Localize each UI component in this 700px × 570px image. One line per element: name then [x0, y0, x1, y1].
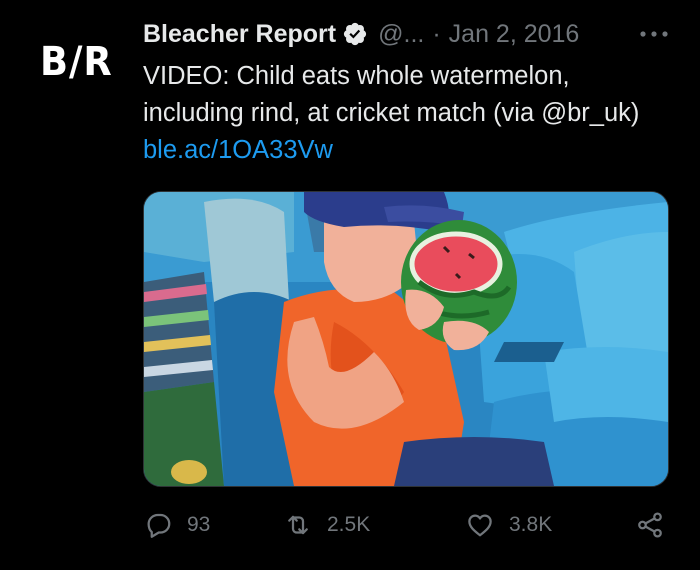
share-button[interactable] — [635, 505, 665, 545]
reply-button[interactable]: 93 — [143, 505, 210, 545]
media-thumbnail[interactable] — [143, 191, 669, 487]
retweet-count: 2.5K — [327, 513, 371, 536]
tweet-text: VIDEO: Child eats whole watermelon, incl… — [143, 58, 673, 169]
more-options-button[interactable] — [636, 22, 672, 46]
heart-icon — [468, 514, 492, 537]
tweet-link[interactable]: ble.ac/1OA33Vw — [143, 136, 333, 164]
separator-dot: · — [432, 19, 441, 48]
tweet-date[interactable]: Jan 2, 2016 — [449, 20, 580, 49]
more-dots-icon — [640, 31, 668, 37]
photo-thumbnail-icon — [144, 192, 668, 486]
display-name[interactable]: Bleacher Report — [143, 20, 336, 49]
tweet-header: Bleacher Report @... · Jan 2, 2016 — [143, 16, 579, 52]
handle[interactable]: @... — [378, 20, 424, 49]
reply-icon — [147, 513, 171, 538]
retweet-button[interactable]: 2.5K — [283, 505, 370, 545]
reply-count: 93 — [187, 513, 211, 536]
avatar-logo-text: B/R — [40, 39, 113, 85]
like-count: 3.8K — [509, 513, 553, 536]
tweet[interactable]: B/R Bleacher Report @... · Jan 2, 2016 V… — [0, 0, 700, 570]
retweet-icon — [288, 515, 308, 535]
share-icon — [638, 512, 662, 538]
verified-badge-icon — [344, 22, 367, 46]
tweet-body: VIDEO: Child eats whole watermelon, incl… — [143, 62, 640, 127]
avatar[interactable]: B/R — [40, 38, 112, 86]
like-button[interactable]: 3.8K — [465, 505, 552, 545]
tweet-actions: 93 2.5K 3.8K — [143, 505, 673, 545]
